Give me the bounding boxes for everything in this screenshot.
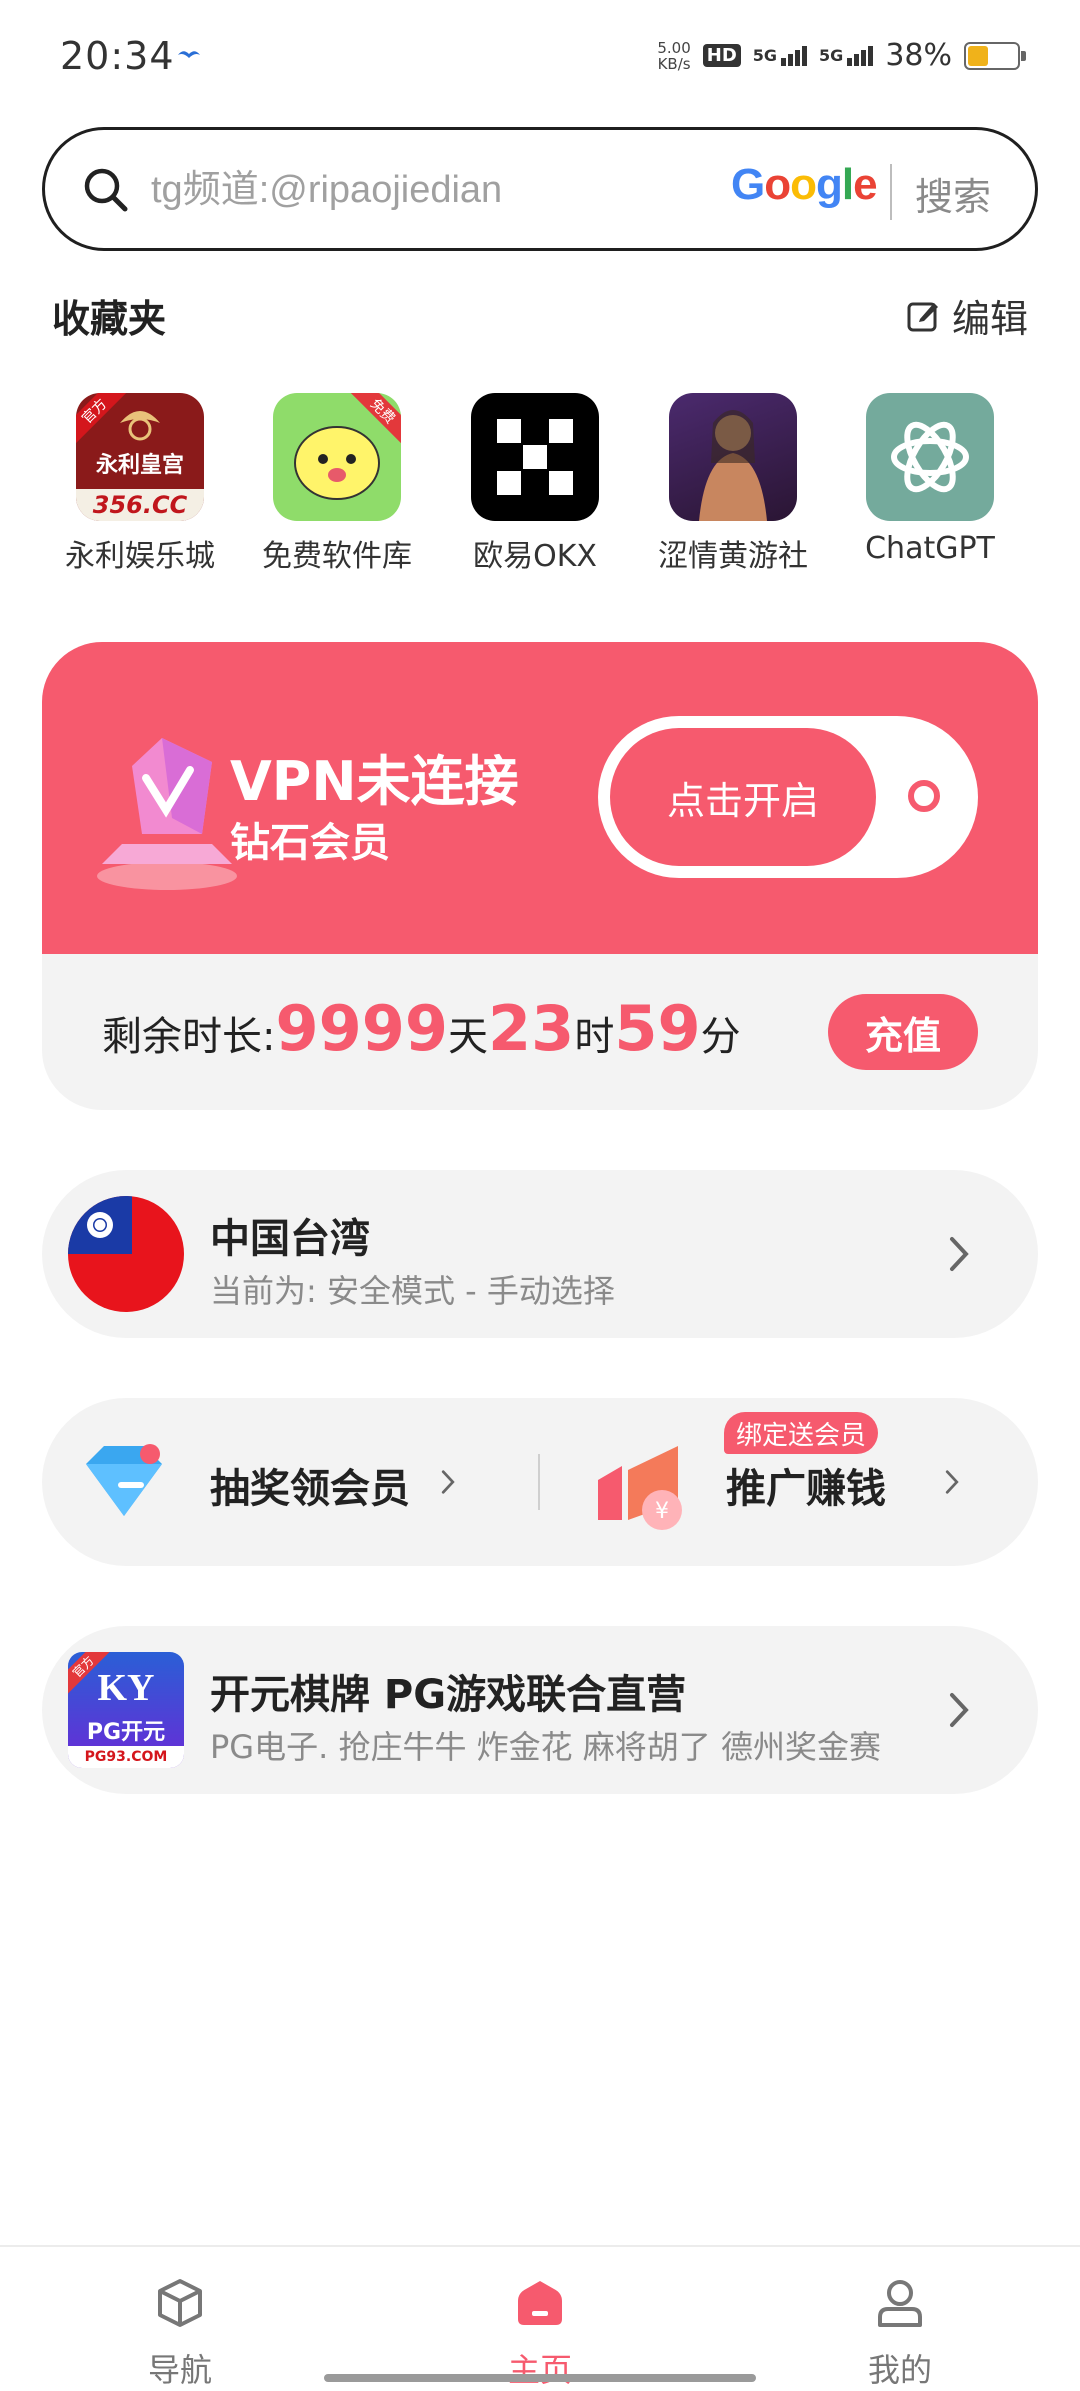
membership-level: 钻石会员 — [230, 820, 390, 866]
kaiyuan-game-icon: 官方 KY PG开元 PG93.COM — [68, 1652, 184, 1768]
favorite-app-free-software[interactable]: 免费 免费软件库 — [242, 393, 432, 575]
lottery-label: 抽奖领会员 — [210, 1466, 410, 1512]
search-input[interactable] — [149, 160, 709, 220]
favorite-app-yongli[interactable]: 永利皇宫 356.CC 官方 永利娱乐城 — [45, 393, 235, 575]
okx-icon — [471, 393, 599, 521]
money-promo-icon: ¥ — [598, 1446, 682, 1530]
diamond-gem-icon — [97, 738, 237, 890]
free-software-icon: 免费 — [273, 393, 401, 521]
server-select-row[interactable]: 中国台湾 当前为: 安全模式 - 手动选择 — [42, 1170, 1038, 1338]
chevron-right-icon — [950, 1693, 969, 1727]
app-label: 永利娱乐城 — [65, 539, 215, 574]
nav-tab-profile[interactable]: 我的 — [820, 2275, 980, 2391]
favorite-app-okx[interactable]: 欧易OKX — [440, 393, 630, 575]
search-button[interactable]: 搜索 — [915, 166, 991, 221]
profile-icon — [878, 2280, 922, 2327]
bind-reward-badge: 绑定送会员 — [724, 1412, 879, 1454]
notification-bird-icon — [178, 51, 200, 58]
vpn-card: VPN未连接 钻石会员 点击开启 剩余时长: 9999 天 23 时 59 分 … — [42, 642, 1038, 1110]
search-icon — [84, 168, 128, 212]
home-icon — [518, 2281, 562, 2325]
remaining-time: 剩余时长: 9999 天 23 时 59 分 — [102, 992, 741, 1065]
search-divider — [890, 164, 892, 220]
server-name: 中国台湾 — [210, 1216, 370, 1262]
favorites-title: 收藏夹 — [52, 297, 167, 341]
status-bar: 20:34 5.00 KB/s HD 5G 5G 38% — [0, 0, 1080, 110]
app-label: ChatGPT — [865, 531, 995, 566]
promo-divider — [538, 1454, 540, 1510]
cube-icon — [158, 2279, 202, 2327]
promote-label: 推广赚钱 — [726, 1466, 886, 1512]
server-mode: 当前为: 安全模式 - 手动选择 — [210, 1272, 615, 1310]
game-club-icon — [669, 393, 797, 521]
yongli-casino-icon: 永利皇宫 356.CC 官方 — [76, 393, 204, 521]
vpn-header: VPN未连接 钻石会员 点击开启 — [42, 642, 1038, 954]
home-indicator[interactable] — [324, 2374, 756, 2382]
remaining-hours: 23 — [488, 992, 575, 1065]
ad-title: 开元棋牌 PG游戏联合直营 — [210, 1672, 687, 1718]
nav-tab-navigation[interactable]: 导航 — [100, 2275, 260, 2391]
ad-description: PG电子. 抢庄牛牛 炸金花 麻将胡了 德州奖金赛 — [210, 1728, 881, 1766]
remaining-minutes: 59 — [614, 992, 701, 1065]
vpn-status: VPN未连接 — [230, 750, 519, 813]
status-indicators: 5.00 KB/s HD 5G 5G 38% — [657, 38, 1026, 73]
toggle-indicator — [908, 780, 940, 812]
search-bar[interactable]: Google 搜索 — [42, 127, 1038, 251]
chevron-right-icon — [441, 1470, 455, 1494]
google-logo: Google — [731, 160, 878, 209]
remaining-days: 9999 — [275, 992, 449, 1065]
app-label: 欧易OKX — [473, 539, 597, 574]
net-speed: 5.00 KB/s — [657, 38, 691, 73]
vpn-connect-toggle[interactable]: 点击开启 — [598, 716, 978, 878]
chevron-right-icon — [950, 1237, 969, 1271]
battery-percent: 38% — [885, 38, 952, 73]
svg-text:¥: ¥ — [655, 1499, 669, 1524]
favorite-app-game-club[interactable]: 涩情黄游社 — [638, 393, 828, 575]
battery-icon — [964, 41, 1026, 70]
signal-icon: 5G — [753, 45, 808, 66]
app-label: 涩情黄游社 — [658, 539, 808, 574]
edit-button[interactable]: 编辑 — [906, 288, 1028, 343]
edit-icon — [907, 302, 938, 331]
chevron-right-icon — [945, 1470, 959, 1494]
signal-icon: 5G — [819, 45, 874, 66]
diamond-lottery-icon — [86, 1444, 162, 1516]
promo-row: 抽奖领会员 ¥ 推广赚钱 绑定送会员 — [42, 1398, 1038, 1566]
hd-voice-icon: HD — [702, 44, 741, 67]
app-label: 免费软件库 — [262, 539, 412, 574]
status-time: 20:34 — [60, 34, 175, 78]
bottom-nav: 导航 主页 我的 — [0, 2245, 1080, 2391]
vpn-connect-button[interactable]: 点击开启 — [610, 728, 876, 866]
taiwan-flag-icon — [68, 1196, 184, 1312]
favorite-app-chatgpt[interactable]: ChatGPT — [835, 393, 1025, 566]
ad-banner[interactable]: 官方 KY PG开元 PG93.COM 开元棋牌 PG游戏联合直营 PG电子. … — [42, 1626, 1038, 1794]
chatgpt-icon — [866, 393, 994, 521]
recharge-button[interactable]: 充值 — [828, 994, 978, 1070]
